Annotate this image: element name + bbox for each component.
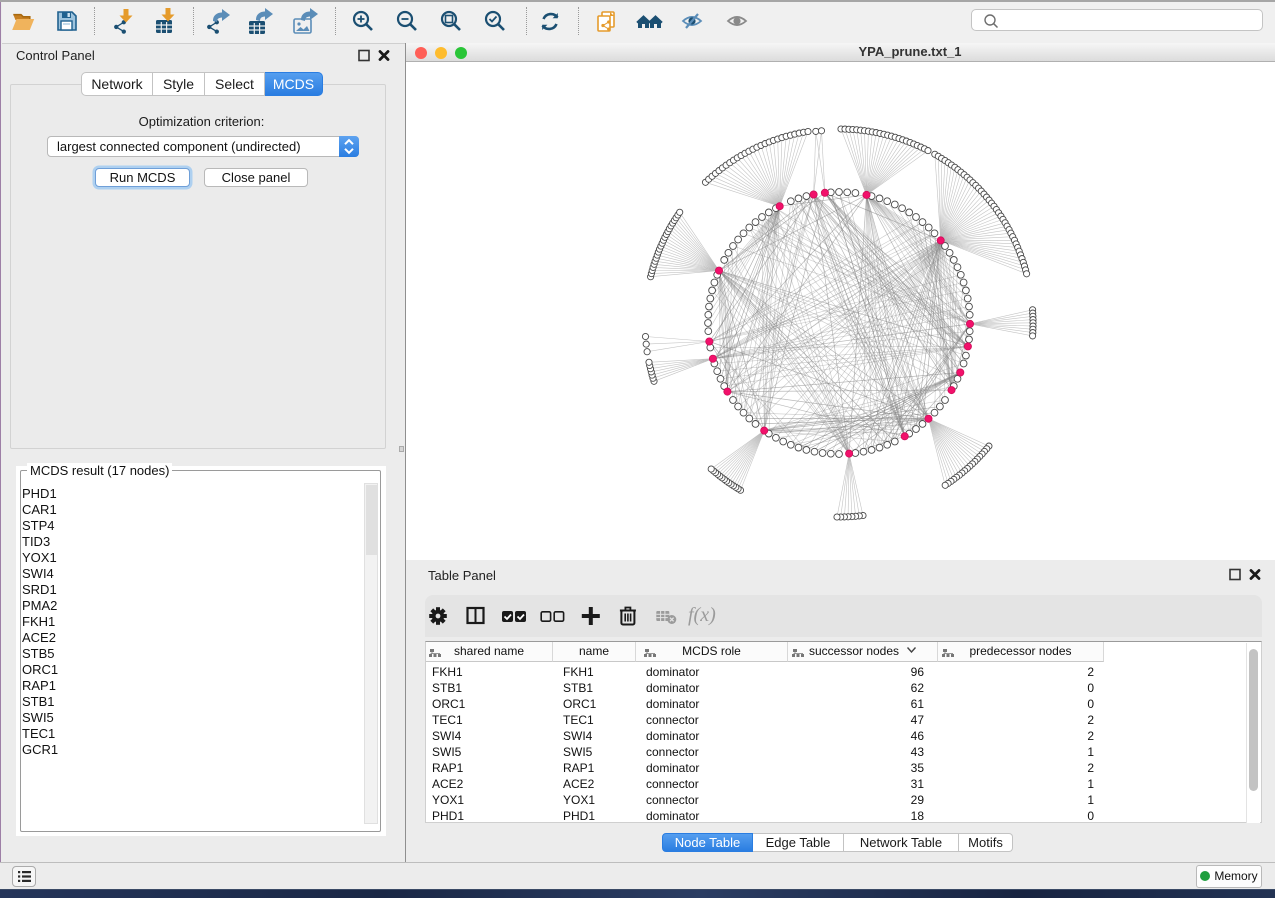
svg-text:f(x): f(x) [688, 604, 716, 626]
